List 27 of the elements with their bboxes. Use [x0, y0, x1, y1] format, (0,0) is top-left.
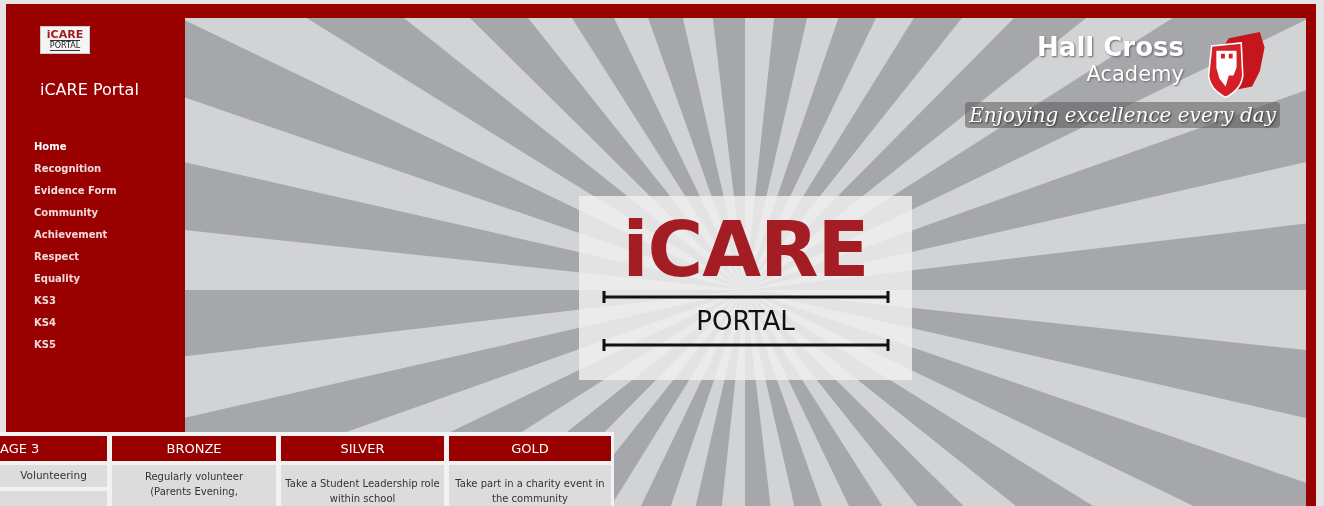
- school-name: Hall Cross: [1037, 32, 1184, 62]
- logo-subtitle: PORTAL: [696, 305, 795, 338]
- column-header: BRONZE: [112, 436, 276, 461]
- sidebar-item[interactable]: Recognition: [34, 158, 185, 180]
- sidebar-item[interactable]: Home: [34, 136, 185, 158]
- sidebar-item[interactable]: KS3: [34, 290, 185, 312]
- rule-bar-icon: [601, 290, 890, 304]
- sidebar-item[interactable]: Achievement: [34, 224, 185, 246]
- table-cell: Take part in a charity event in the community: [449, 465, 611, 506]
- school-subname: Academy: [1086, 62, 1184, 86]
- sidebar-title: iCARE Portal: [40, 80, 140, 99]
- column-header: SILVER: [281, 436, 444, 461]
- sidebar-item[interactable]: KS5: [34, 334, 185, 356]
- table-cell: Take a Student Leadership role within school: [281, 465, 444, 506]
- sidebar-item[interactable]: KS4: [34, 312, 185, 334]
- table-cell: Volunteering: [0, 465, 107, 487]
- sidebar-item[interactable]: Equality: [34, 268, 185, 290]
- portal-logo: iCARE PORTAL: [40, 26, 90, 54]
- sidebar-item[interactable]: Community: [34, 202, 185, 224]
- column-header: AGE 3: [0, 436, 107, 461]
- sidebar-item[interactable]: Respect: [34, 246, 185, 268]
- column-header: GOLD: [449, 436, 611, 461]
- rule-bar-icon: [601, 338, 890, 352]
- table-cell: Regularly volunteer (Parents Evening,: [112, 465, 276, 506]
- logo-title: iCARE: [622, 210, 869, 290]
- school-motto: Enjoying excellence every day: [965, 102, 1280, 128]
- sidebar-item[interactable]: Evidence Form: [34, 180, 185, 202]
